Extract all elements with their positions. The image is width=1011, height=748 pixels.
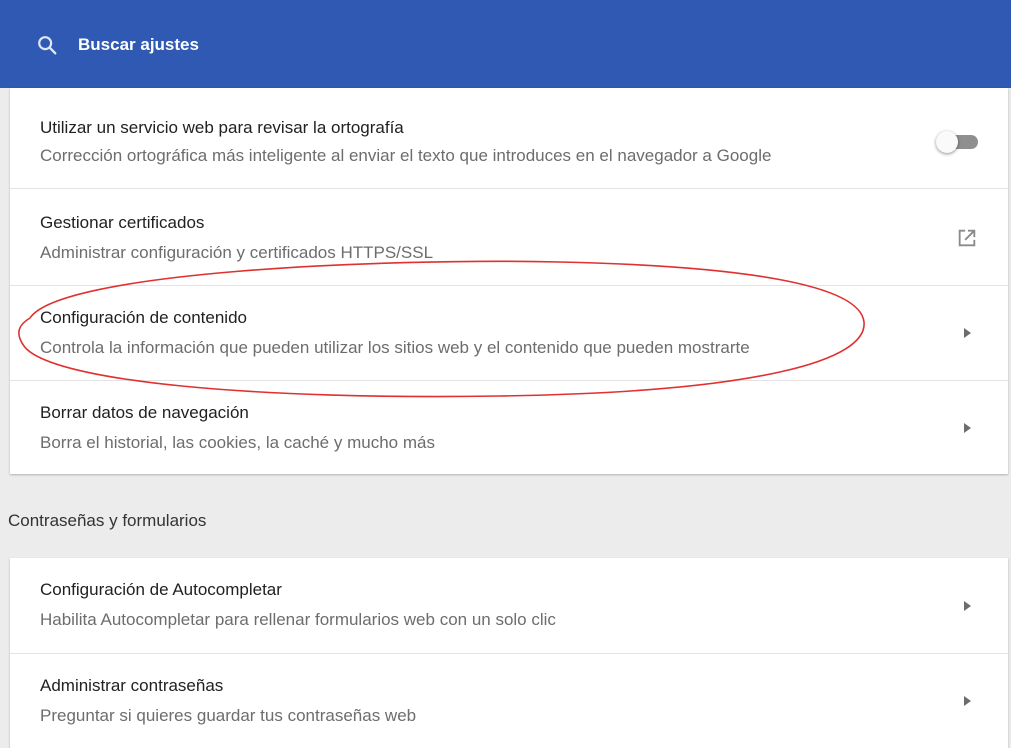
clear-browsing-data-row[interactable]: Borrar datos de navegación Borra el hist… (10, 381, 1008, 474)
row-subtitle: Corrección ortográfica más inteligente a… (40, 146, 772, 165)
spellcheck-toggle[interactable] (932, 130, 980, 154)
row-title: Utilizar un servicio web para revisar la… (40, 118, 404, 137)
manage-passwords-row[interactable]: Administrar contraseñas Preguntar si qui… (10, 654, 1008, 748)
row-title: Borrar datos de navegación (40, 403, 249, 422)
search-toolbar: Buscar ajustes (0, 0, 1011, 88)
manage-certificates-row[interactable]: Gestionar certificados Administrar confi… (10, 189, 1008, 286)
row-subtitle: Preguntar si quieres guardar tus contras… (40, 706, 417, 725)
chevron-right-icon (964, 601, 971, 611)
advanced-settings-card: Utilizar un servicio web para revisar la… (10, 88, 1008, 474)
row-title: Configuración de Autocompletar (40, 580, 282, 599)
row-title: Configuración de contenido (40, 308, 247, 327)
row-subtitle: Borra el historial, las cookies, la cach… (40, 433, 435, 452)
passwords-forms-card: Configuración de Autocompletar Habilita … (10, 558, 1008, 748)
search-placeholder: Buscar ajustes (78, 35, 199, 54)
chevron-right-icon (964, 423, 971, 433)
section-header: Contraseñas y formularios (8, 511, 207, 530)
content-settings-row[interactable]: Configuración de contenido Controla la i… (10, 286, 1008, 381)
settings-page: Buscar ajustes Utilizar un servicio web … (0, 0, 1011, 748)
chevron-right-icon (964, 328, 971, 338)
spellcheck-service-row[interactable]: Utilizar un servicio web para revisar la… (10, 88, 1008, 189)
search-input[interactable]: Buscar ajustes (8, 0, 1006, 88)
row-title: Administrar contraseñas (40, 676, 224, 695)
row-title: Gestionar certificados (40, 213, 205, 232)
toggle-knob (936, 131, 958, 153)
search-icon (38, 36, 57, 55)
row-subtitle: Habilita Autocompletar para rellenar for… (40, 610, 556, 629)
autofill-settings-row[interactable]: Configuración de Autocompletar Habilita … (10, 558, 1008, 654)
row-subtitle: Administrar configuración y certificados… (40, 243, 434, 262)
row-subtitle: Controla la información que pueden utili… (40, 338, 750, 357)
open-in-new-icon (958, 229, 976, 247)
chevron-right-icon (964, 696, 971, 706)
